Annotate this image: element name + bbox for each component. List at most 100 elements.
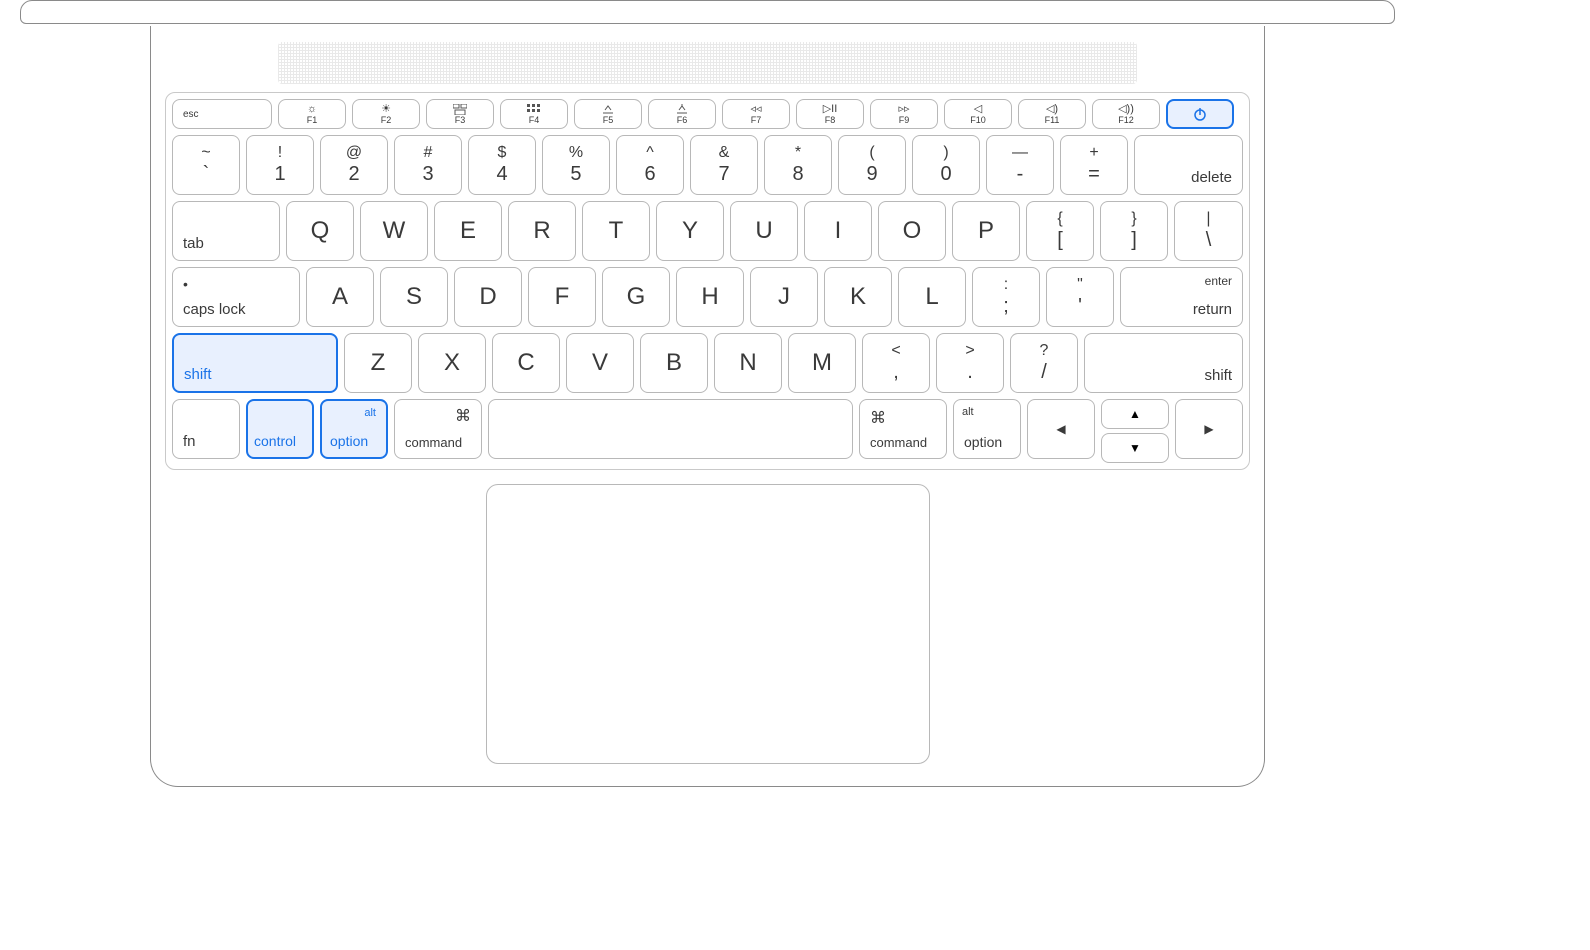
key-k[interactable]: K	[824, 267, 892, 327]
key-control-left[interactable]: control	[246, 399, 314, 459]
key-f[interactable]: F	[528, 267, 596, 327]
key-label: command	[405, 435, 462, 450]
key-quote[interactable]: "'	[1046, 267, 1114, 327]
key-m[interactable]: M	[788, 333, 856, 393]
key-f9[interactable]: ▹▹F9	[870, 99, 938, 129]
key-slash[interactable]: ?/	[1010, 333, 1078, 393]
key-f4[interactable]: F4	[500, 99, 568, 129]
key-e[interactable]: E	[434, 201, 502, 261]
key-sublabel: alt	[364, 407, 376, 419]
key-semicolon[interactable]: :;	[972, 267, 1040, 327]
key-arrow-left[interactable]: ◀	[1027, 399, 1095, 459]
key-f6[interactable]: F6	[648, 99, 716, 129]
key-1[interactable]: !1	[246, 135, 314, 195]
key-arrow-down[interactable]: ▼	[1101, 433, 1169, 463]
key-c[interactable]: C	[492, 333, 560, 393]
key-period[interactable]: >.	[936, 333, 1004, 393]
key-label: shift	[184, 366, 212, 383]
key-option-left[interactable]: alt option	[320, 399, 388, 459]
speaker-grille	[278, 42, 1137, 84]
key-label: option	[330, 433, 368, 449]
key-command-left[interactable]: ⌘command	[394, 399, 482, 459]
key-label: F4	[529, 116, 540, 125]
laptop-hinge	[20, 0, 1395, 24]
number-row: ~` !1 @2 #3 $4 %5 ^6 &7 *8 (9 )0 —- += d…	[172, 135, 1243, 195]
key-f10[interactable]: ◁F10	[944, 99, 1012, 129]
volume-up-icon: ◁))	[1118, 104, 1134, 115]
key-l[interactable]: L	[898, 267, 966, 327]
key-z[interactable]: Z	[344, 333, 412, 393]
key-9[interactable]: (9	[838, 135, 906, 195]
key-7[interactable]: &7	[690, 135, 758, 195]
key-b[interactable]: B	[640, 333, 708, 393]
key-esc[interactable]: esc	[172, 99, 272, 129]
key-a[interactable]: A	[306, 267, 374, 327]
key-v[interactable]: V	[566, 333, 634, 393]
key-delete[interactable]: delete	[1134, 135, 1243, 195]
key-tab[interactable]: tab	[172, 201, 280, 261]
key-label: command	[870, 435, 927, 450]
qwerty-row: tab Q W E R T Y U I O P {[ }] |\	[172, 201, 1243, 261]
key-return[interactable]: enterreturn	[1120, 267, 1243, 327]
key-f12[interactable]: ◁))F12	[1092, 99, 1160, 129]
key-3[interactable]: #3	[394, 135, 462, 195]
key-f2[interactable]: ☀F2	[352, 99, 420, 129]
key-s[interactable]: S	[380, 267, 448, 327]
key-capslock[interactable]: •caps lock	[172, 267, 300, 327]
key-n[interactable]: N	[714, 333, 782, 393]
forward-icon: ▹▹	[898, 104, 909, 115]
key-q[interactable]: Q	[286, 201, 354, 261]
key-u[interactable]: U	[730, 201, 798, 261]
key-x[interactable]: X	[418, 333, 486, 393]
key-bracket-close[interactable]: }]	[1100, 201, 1168, 261]
key-d[interactable]: D	[454, 267, 522, 327]
laptop-body: esc ☼F1 ☀F2 F3 F4 F5 F6 ◃◃F7 ▷IIF8 ▹▹F9 …	[150, 26, 1265, 787]
key-4[interactable]: $4	[468, 135, 536, 195]
key-arrow-right[interactable]: ▶	[1175, 399, 1243, 459]
key-comma[interactable]: <,	[862, 333, 930, 393]
key-command-right[interactable]: ⌘command	[859, 399, 947, 459]
arrow-right-icon: ▶	[1204, 422, 1213, 436]
key-fn[interactable]: fn	[172, 399, 240, 459]
key-f1[interactable]: ☼F1	[278, 99, 346, 129]
trackpad[interactable]	[486, 484, 930, 764]
key-label: control	[254, 433, 296, 449]
key-lower: `	[201, 163, 210, 186]
key-2[interactable]: @2	[320, 135, 388, 195]
key-equals[interactable]: +=	[1060, 135, 1128, 195]
key-f5[interactable]: F5	[574, 99, 642, 129]
key-f7[interactable]: ◃◃F7	[722, 99, 790, 129]
key-space[interactable]	[488, 399, 853, 459]
key-y[interactable]: Y	[656, 201, 724, 261]
key-minus[interactable]: —-	[986, 135, 1054, 195]
key-f3[interactable]: F3	[426, 99, 494, 129]
key-h[interactable]: H	[676, 267, 744, 327]
key-power[interactable]	[1166, 99, 1234, 129]
arrow-down-icon: ▼	[1129, 441, 1141, 455]
key-8[interactable]: *8	[764, 135, 832, 195]
key-arrow-updown: ▲ ▼	[1101, 399, 1169, 463]
key-bracket-open[interactable]: {[	[1026, 201, 1094, 261]
key-g[interactable]: G	[602, 267, 670, 327]
play-pause-icon: ▷II	[823, 104, 838, 115]
key-5[interactable]: %5	[542, 135, 610, 195]
key-t[interactable]: T	[582, 201, 650, 261]
key-shift-right[interactable]: shift	[1084, 333, 1243, 393]
key-i[interactable]: I	[804, 201, 872, 261]
key-backslash[interactable]: |\	[1174, 201, 1243, 261]
key-o[interactable]: O	[878, 201, 946, 261]
key-j[interactable]: J	[750, 267, 818, 327]
kbd-brightness-down-icon	[601, 104, 615, 115]
key-f11[interactable]: ◁)F11	[1018, 99, 1086, 129]
key-label: F12	[1118, 116, 1134, 125]
key-shift-left[interactable]: shift	[172, 333, 338, 393]
key-r[interactable]: R	[508, 201, 576, 261]
key-0[interactable]: )0	[912, 135, 980, 195]
key-backtick[interactable]: ~`	[172, 135, 240, 195]
key-w[interactable]: W	[360, 201, 428, 261]
key-p[interactable]: P	[952, 201, 1020, 261]
key-6[interactable]: ^6	[616, 135, 684, 195]
key-option-right[interactable]: altoption	[953, 399, 1021, 459]
key-f8[interactable]: ▷IIF8	[796, 99, 864, 129]
key-arrow-up[interactable]: ▲	[1101, 399, 1169, 429]
